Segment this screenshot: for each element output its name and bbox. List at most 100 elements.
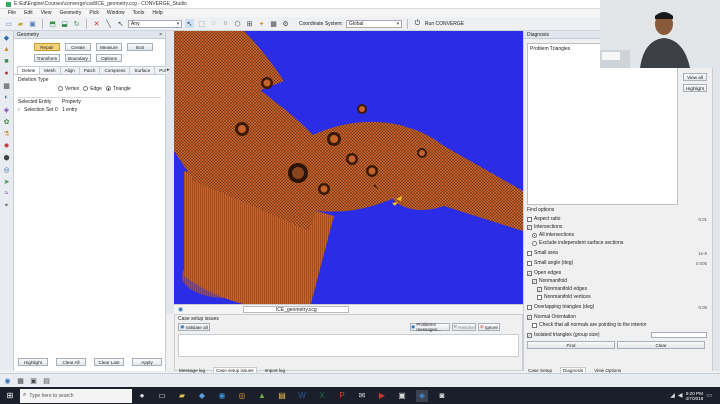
run-icon[interactable]: ⏻ — [413, 19, 422, 28]
nonmanifold-checkbox[interactable]: ✓ — [532, 278, 537, 284]
converge-taskbar-icon[interactable]: ◈ — [416, 389, 428, 402]
chemistry-icon[interactable]: ⚗ — [2, 129, 11, 138]
clock[interactable]: 6:20 PM 4/7/2018 — [685, 391, 703, 401]
camera-icon[interactable]: ◙ — [436, 390, 448, 402]
validate-all-button[interactable]: ▣ Validate all — [178, 323, 210, 331]
apply-button[interactable]: Apply — [132, 358, 162, 366]
menu-tools[interactable]: Tools — [133, 10, 145, 16]
open-file-icon[interactable]: ▰ — [16, 19, 25, 28]
transform-button[interactable]: Transform — [34, 54, 60, 62]
status-view-icon[interactable]: ▤ — [42, 376, 51, 385]
table-row[interactable]: › Selection Set 0 1 entry — [18, 106, 161, 114]
options-button[interactable]: Options — [96, 54, 122, 62]
find-button[interactable]: Find — [527, 341, 615, 349]
task-view-icon[interactable]: ▭ — [156, 390, 168, 402]
clear-all-button[interactable]: Clear All — [56, 358, 86, 366]
option-small-area[interactable]: Small area 1e-8 — [527, 249, 710, 257]
probe-icon[interactable]: ⌖ — [2, 201, 11, 210]
problems-messages-button[interactable]: ▣ Problems messages... — [410, 322, 450, 332]
refresh-icon[interactable]: ↻ — [72, 19, 81, 28]
tab-align[interactable]: Align — [59, 66, 80, 74]
grid-control-icon[interactable]: ▦ — [2, 81, 11, 90]
volume-icon[interactable]: ◀ — [678, 392, 683, 399]
ignore-button[interactable]: ⊘ Ignore — [478, 323, 500, 331]
sprays-icon[interactable]: ✿ — [2, 117, 11, 126]
file-explorer-icon[interactable]: ▰ — [176, 390, 188, 402]
chrome-icon[interactable]: ◎ — [236, 390, 248, 402]
coordinate-system-select[interactable]: Global ▾ — [345, 19, 402, 28]
microphone-icon[interactable]: ● — [136, 390, 148, 402]
powerpoint-icon[interactable]: P — [336, 390, 348, 402]
option-nonmanifold-edges[interactable]: ✓ Nonmanifold edges — [527, 285, 710, 293]
small-angle-value[interactable]: 0.005 — [696, 261, 707, 266]
tab-delete[interactable]: Delete — [17, 66, 41, 74]
tab-patch[interactable]: Patch — [78, 66, 101, 74]
check-normals-checkbox[interactable] — [532, 322, 537, 328]
option-aspect-ratio[interactable]: Aspect ratio 0.01 — [527, 215, 710, 223]
notifications-icon[interactable]: ▭ — [706, 392, 712, 399]
status-geometry-icon[interactable]: ◉ — [3, 376, 12, 385]
media-icon[interactable]: ▶ — [376, 390, 388, 402]
browser-icon[interactable]: ◉ — [216, 390, 228, 402]
option-normal-orientation[interactable]: ✓ Normal Orientation — [527, 313, 710, 321]
physics-icon[interactable]: ◐ — [2, 93, 11, 102]
overlapping-triangles-value[interactable]: 0.05 — [698, 305, 707, 310]
open-edges-checkbox[interactable]: ✓ — [527, 270, 532, 276]
app-icon[interactable]: ▲ — [256, 390, 268, 402]
new-file-icon[interactable]: ▭ — [4, 19, 13, 28]
tab-case-setup[interactable]: Case Setup — [528, 368, 552, 373]
isolated-triangles-checkbox[interactable]: ✓ — [527, 332, 532, 338]
line-icon[interactable]: ╲ — [104, 19, 113, 28]
exclude-independent-radio[interactable] — [532, 240, 537, 246]
radio-edge[interactable]: Edge — [83, 86, 102, 92]
menu-geometry[interactable]: Geometry — [59, 10, 81, 16]
menu-view[interactable]: View — [41, 10, 52, 16]
small-angle-checkbox[interactable] — [527, 260, 532, 266]
radio-vertex[interactable]: Vertex — [58, 86, 79, 92]
polygon-select-icon[interactable]: ⬡ — [233, 19, 242, 28]
tab-compress[interactable]: Compress — [99, 66, 131, 74]
export-icon[interactable]: ⬓ — [60, 19, 69, 28]
menu-edit[interactable]: Edit — [24, 10, 33, 16]
pick-mode-select[interactable]: Any ▾ — [128, 19, 182, 28]
normal-orientation-checkbox[interactable]: ✓ — [527, 314, 532, 320]
repair-button[interactable]: Repair — [34, 43, 60, 51]
word-icon[interactable]: W — [296, 390, 308, 402]
delete-icon[interactable]: ✕ — [92, 19, 101, 28]
tab-view-options[interactable]: View Options — [594, 368, 621, 373]
menu-window[interactable]: Window — [107, 10, 125, 16]
run-converge-button[interactable]: Run CONVERGE — [425, 21, 464, 27]
highlight-diagnosis-button[interactable]: Highlight — [683, 84, 707, 92]
aspect-ratio-checkbox[interactable] — [527, 216, 532, 222]
view-all-button[interactable]: View all — [683, 73, 707, 81]
magic-select-icon[interactable]: ✦ — [257, 19, 266, 28]
create-button[interactable]: Create — [65, 43, 91, 51]
cluster-icon[interactable]: ⬢ — [2, 153, 11, 162]
highlight-button[interactable]: Highlight — [18, 358, 48, 366]
region-icon[interactable]: ■ — [2, 57, 11, 66]
boundary-button[interactable]: Boundary — [65, 54, 91, 62]
option-open-edges[interactable]: ✓ Open edges — [527, 269, 710, 277]
scroll-arrow-icon[interactable]: ▸ — [167, 67, 170, 73]
output-icon[interactable]: ◈ — [2, 105, 11, 114]
option-intersections[interactable]: ✓ Intersections — [527, 223, 710, 231]
clear-last-button[interactable]: Clear Last — [94, 358, 124, 366]
small-area-value[interactable]: 1e-8 — [698, 251, 707, 256]
tab-surface[interactable]: Surface — [129, 66, 156, 74]
combustion-icon[interactable]: ✹ — [2, 141, 11, 150]
panel-splitter[interactable]: ▸ — [166, 31, 174, 314]
option-isolated-triangles[interactable]: ✓ Isolated triangles (group size) — [527, 331, 710, 339]
option-all-intersections[interactable]: All intersections — [527, 231, 710, 239]
import-icon[interactable]: ⬒ — [48, 19, 57, 28]
aspect-ratio-value[interactable]: 0.01 — [698, 217, 707, 222]
menu-pick[interactable]: Pick — [89, 10, 98, 16]
folder-icon[interactable]: ▤ — [276, 390, 288, 402]
overlapping-triangles-checkbox[interactable] — [527, 304, 532, 310]
all-intersections-radio[interactable] — [532, 232, 537, 238]
viewport-file-tab[interactable]: ICE_geometry.ccg — [243, 306, 350, 313]
tab-message-log[interactable]: Message log — [179, 368, 205, 373]
excel-icon[interactable]: X — [316, 390, 328, 402]
nonmanifold-edges-checkbox[interactable]: ✓ — [537, 286, 542, 292]
tab-import-log[interactable]: Import log — [265, 368, 285, 373]
inflow-icon[interactable]: ➤ — [2, 177, 11, 186]
